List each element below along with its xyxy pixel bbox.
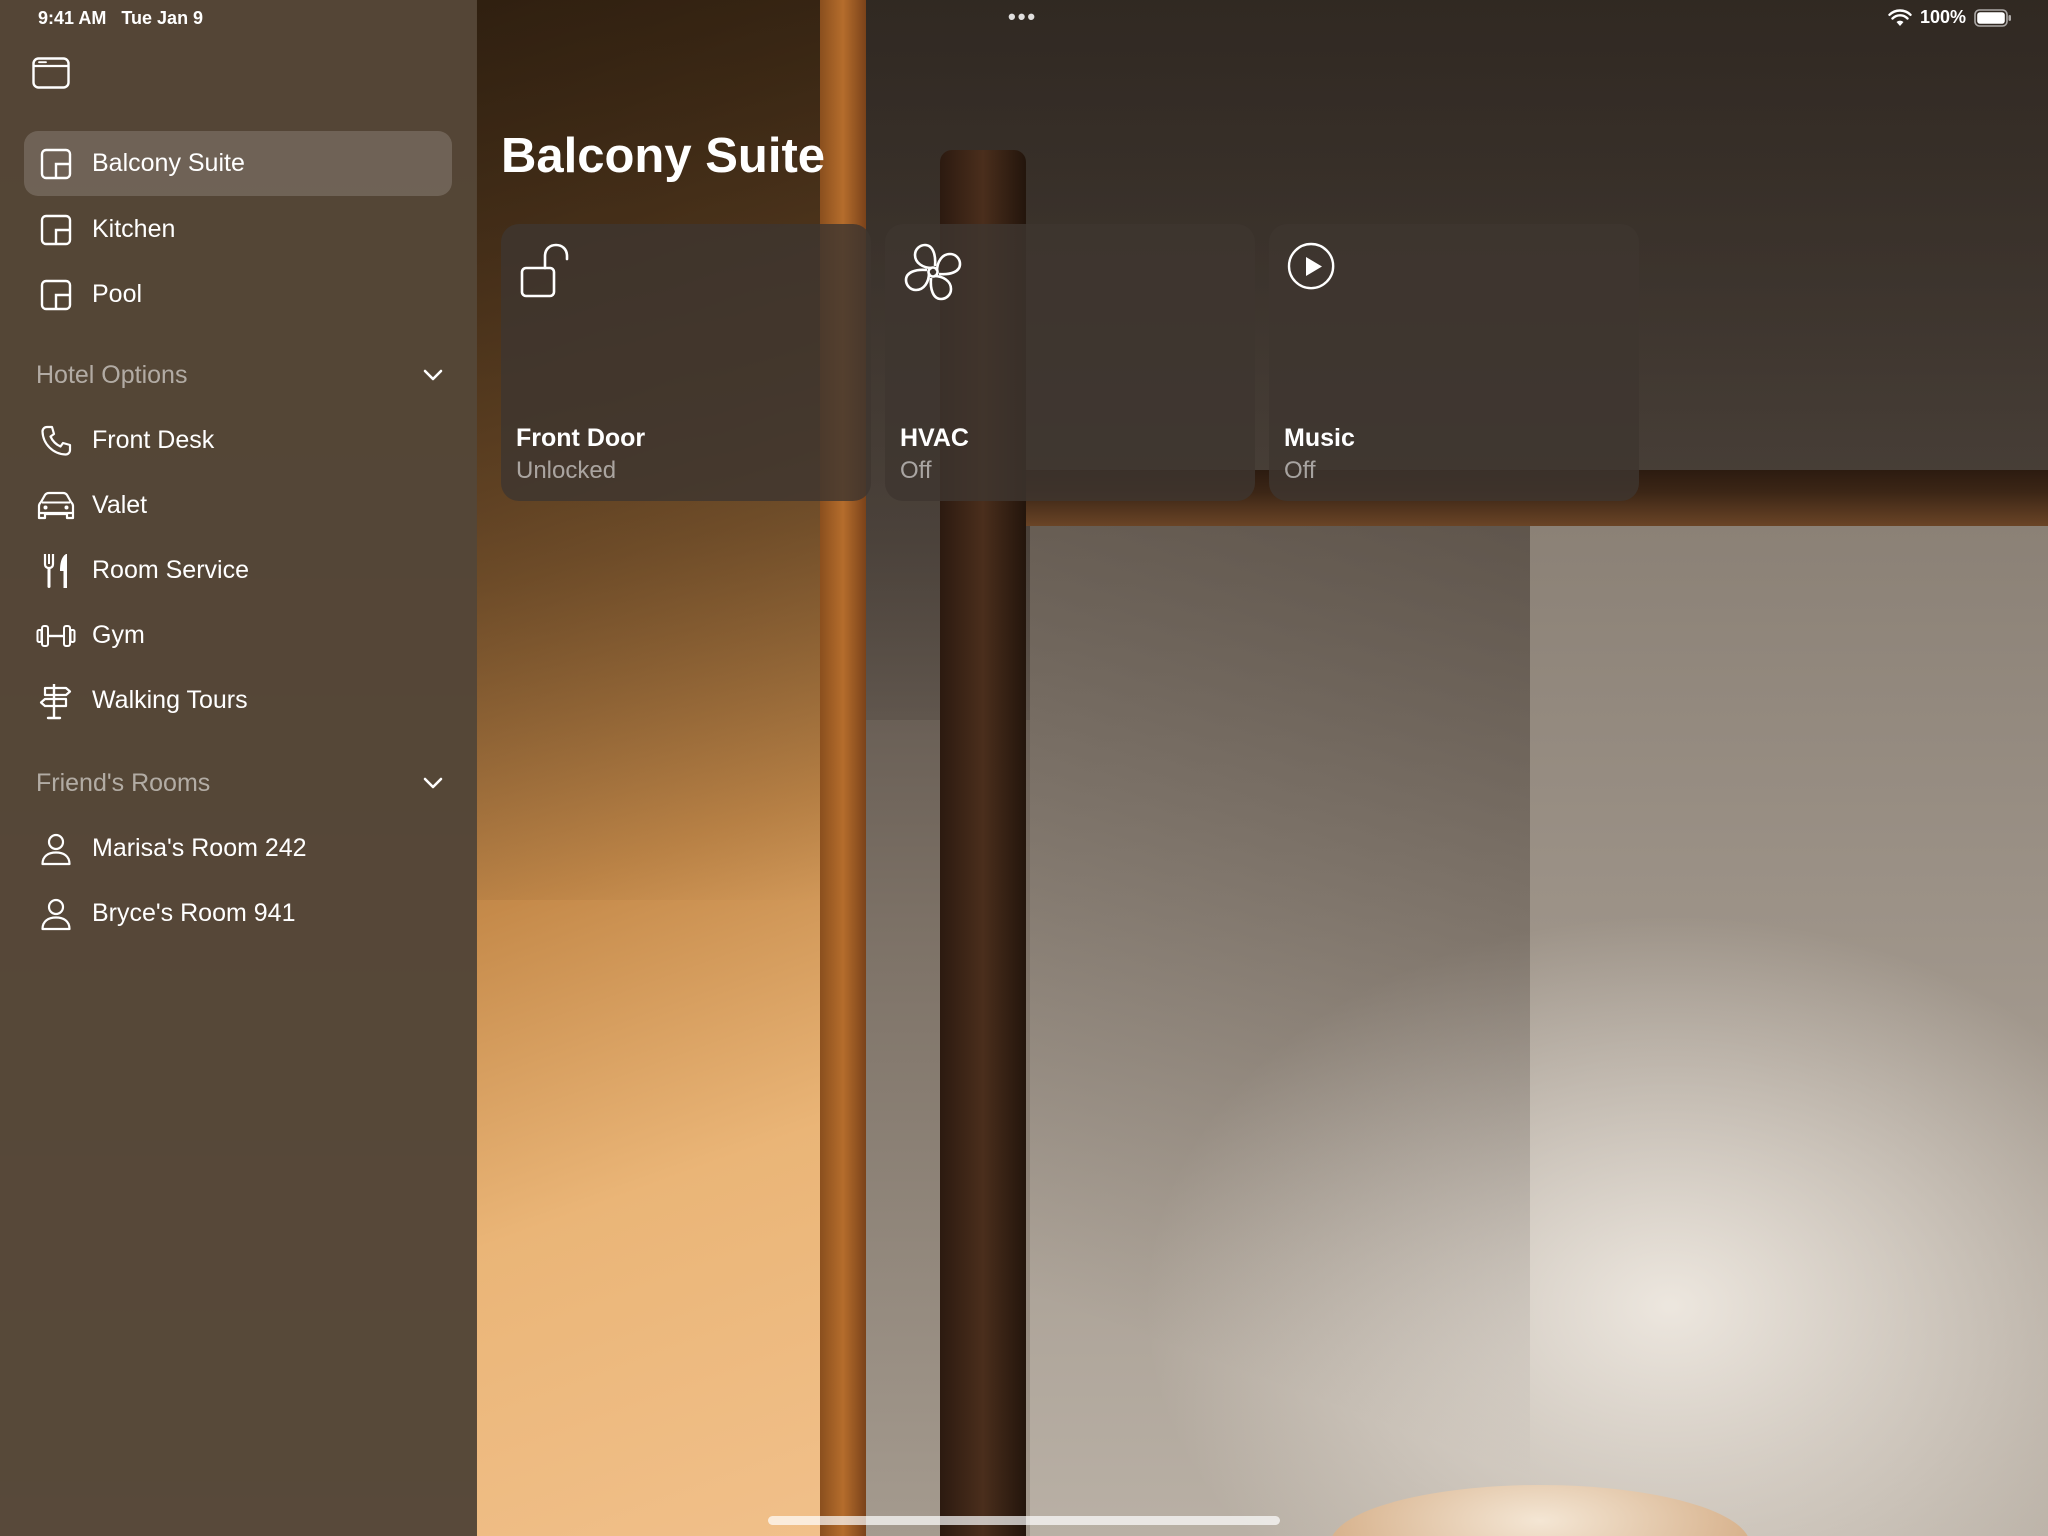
- sidebar-item-valet[interactable]: Valet: [24, 473, 452, 538]
- sidebar-item-marisas-room[interactable]: Marisa's Room 242: [24, 816, 452, 881]
- sidebar-item-bryces-room[interactable]: Bryce's Room 941: [24, 881, 452, 946]
- room-icon: [36, 275, 76, 315]
- sidebar-item-label: Marisa's Room 242: [92, 834, 307, 862]
- sidebar-item-pool[interactable]: Pool: [24, 262, 452, 327]
- person-icon: [36, 829, 76, 869]
- tile-state: Off: [1284, 457, 1316, 484]
- tile-name: HVAC: [900, 424, 969, 452]
- sidebar-item-label: Kitchen: [92, 215, 176, 243]
- section-friends-rooms[interactable]: Friend's Rooms: [36, 763, 446, 803]
- sidebar-item-label: Pool: [92, 280, 143, 308]
- tile-name: Music: [1284, 424, 1355, 452]
- sidebar-item-walking-tours[interactable]: Walking Tours: [24, 668, 452, 733]
- section-hotel-options[interactable]: Hotel Options: [36, 355, 446, 395]
- sidebar-item-balcony-suite[interactable]: Balcony Suite: [24, 131, 452, 196]
- battery-percent: 100%: [1919, 7, 1966, 27]
- phone-icon: [36, 421, 76, 461]
- signpost-icon: [36, 681, 76, 721]
- sidebar-item-front-desk[interactable]: Front Desk: [24, 408, 452, 473]
- tile-state: Unlocked: [516, 457, 617, 484]
- tile-name: Front Door: [516, 424, 646, 452]
- status-time: 9:41 AM Tue Jan 9: [38, 8, 204, 28]
- sidebar-item-label: Front Desk: [92, 426, 215, 454]
- room-icon: [36, 144, 76, 184]
- sidebar-item-label: Walking Tours: [92, 686, 248, 714]
- sidebar: Balcony Suite Kitchen Pool Hotel Options…: [0, 0, 477, 1536]
- play-circle-icon: [1287, 242, 1335, 290]
- wifi-icon: [1888, 8, 1912, 26]
- person-icon: [36, 894, 76, 934]
- battery-icon: [1974, 8, 2011, 27]
- tile-state: Off: [900, 457, 932, 484]
- home-indicator[interactable]: [768, 1516, 1280, 1525]
- page-title: Balcony Suite: [501, 129, 826, 183]
- sidebar-item-label: Balcony Suite: [92, 149, 245, 177]
- sidebar-item-label: Bryce's Room 941: [92, 899, 296, 927]
- chevron-down-icon[interactable]: [420, 362, 446, 388]
- more-dots-icon[interactable]: •••: [1008, 4, 1037, 30]
- section-title: Hotel Options: [36, 360, 188, 389]
- sidebar-toggle-icon[interactable]: [32, 57, 70, 89]
- tile-front-door[interactable]: Front Door Unlocked: [501, 224, 871, 501]
- car-icon: [36, 486, 76, 526]
- section-title: Friend's Rooms: [36, 768, 211, 797]
- sidebar-item-label: Gym: [92, 621, 145, 649]
- status-bar: 9:41 AM Tue Jan 9 ••• 100%: [0, 0, 2048, 36]
- tile-hvac[interactable]: HVAC Off: [885, 224, 1255, 501]
- sidebar-item-room-service[interactable]: Room Service: [24, 538, 452, 603]
- fork-knife-icon: [36, 551, 76, 591]
- fan-icon: [904, 243, 962, 301]
- sidebar-item-gym[interactable]: Gym: [24, 603, 452, 668]
- sidebar-item-label: Room Service: [92, 556, 249, 584]
- unlocked-lock-icon: [520, 243, 569, 298]
- sidebar-item-kitchen[interactable]: Kitchen: [24, 197, 452, 262]
- chevron-down-icon[interactable]: [420, 770, 446, 796]
- tile-music[interactable]: Music Off: [1269, 224, 1639, 501]
- status-right: 100%: [1888, 7, 2012, 28]
- sidebar-item-label: Valet: [92, 491, 148, 519]
- room-icon: [36, 210, 76, 250]
- dumbbell-icon: [36, 616, 76, 656]
